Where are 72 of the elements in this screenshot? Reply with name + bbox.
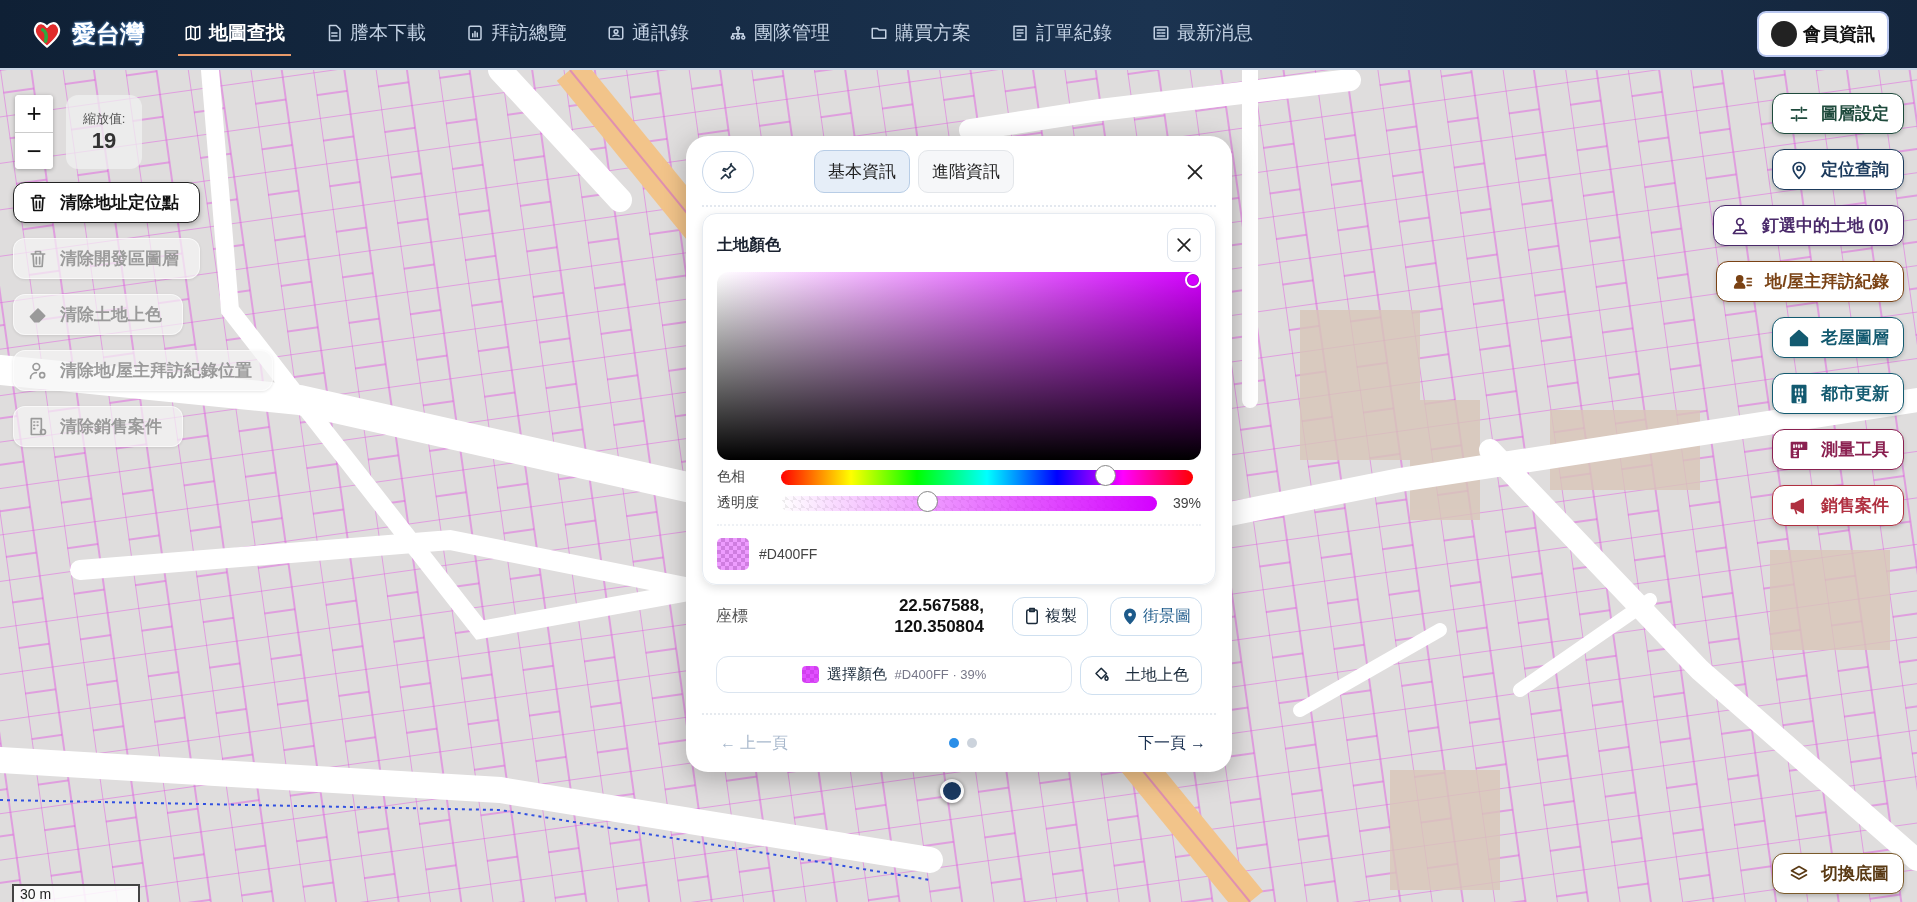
building-icon (1789, 383, 1809, 404)
choose-color-button[interactable]: 選擇顏色 #D400FF · 39% (716, 655, 1072, 693)
saturation-brightness-area[interactable] (717, 272, 1201, 460)
nav-tab[interactable]: 購買方案 (864, 12, 977, 56)
close-icon (1174, 235, 1194, 255)
switch-basemap-button[interactable]: 切換底圖 (1772, 853, 1904, 894)
location-pin-icon (1121, 607, 1139, 626)
nav-tab[interactable]: 拜訪總覽 (460, 12, 573, 56)
scale-bar: 30 m (12, 884, 140, 902)
panel-title: 土地顏色 (717, 234, 781, 255)
map-tool-button[interactable]: 定位查詢 (1772, 149, 1904, 190)
popup-tab[interactable]: 進階資訊 (918, 150, 1014, 193)
zoom-in-button[interactable]: + (15, 95, 53, 132)
choose-color-label: 選擇顏色 (826, 664, 887, 684)
page-dot[interactable] (967, 738, 977, 748)
map-tool-button[interactable]: 釘選中的土地 (0) (1712, 205, 1904, 246)
coordinates-label: 座標 (716, 605, 749, 626)
pushpin-icon (718, 161, 738, 182)
page-dot[interactable] (949, 738, 959, 748)
nav-tab[interactable]: 最新消息 (1146, 12, 1259, 56)
pin-button[interactable] (702, 150, 754, 193)
coordinates-value: 22.567588, (898, 595, 984, 617)
hex-value: #D400FF (759, 546, 818, 562)
popup-tab[interactable]: 基本資訊 (814, 150, 910, 193)
opacity-reading: 39% (1171, 495, 1201, 511)
trash-icon (28, 248, 48, 269)
zoom-level-value: 19 (91, 128, 117, 154)
nav-tab[interactable]: 地圖查找 (178, 12, 291, 56)
slider-thumb[interactable] (1095, 464, 1117, 486)
chart-icon (466, 24, 484, 42)
house-icon (1789, 327, 1809, 348)
slider-thumb[interactable] (916, 490, 938, 512)
contact-card-icon (607, 24, 625, 42)
close-button[interactable] (1167, 228, 1201, 262)
color-swatch (717, 538, 749, 570)
member-info-button[interactable]: 會員資訊 (1757, 11, 1889, 57)
ruler-icon (1789, 439, 1809, 460)
slider-label: 色相 (717, 468, 746, 486)
map-tool-button[interactable]: 圖層設定 (1772, 93, 1904, 134)
receipt-icon (1011, 24, 1029, 42)
clipboard-icon (1023, 607, 1041, 626)
next-page-button[interactable]: 下一頁 → (1137, 732, 1206, 754)
slider-label: 透明度 (717, 494, 760, 512)
map-tool-button[interactable]: 都市更新 (1772, 373, 1904, 414)
map-tool-button[interactable]: 測量工具 (1772, 429, 1904, 470)
nav-tab[interactable]: 團隊管理 (723, 12, 836, 56)
nav-tab[interactable]: 謄本下載 (319, 12, 432, 56)
copy-button[interactable]: 複製 (1012, 596, 1088, 636)
clear-button[interactable]: 清除地址定位點 (13, 182, 200, 223)
color-swatch (801, 665, 819, 683)
logo-text: 愛台灣 (72, 19, 144, 49)
person-remove-icon (28, 360, 48, 381)
color-summary: #D400FF · 39% (894, 666, 987, 682)
map-icon (184, 24, 202, 42)
paint-bucket-icon (1093, 666, 1111, 684)
map-tool-button[interactable]: 銷售案件 (1772, 485, 1904, 526)
paint-land-button[interactable]: 土地上色 (1080, 655, 1202, 695)
map-tool-button[interactable]: 老屋圖層 (1772, 317, 1904, 358)
zoom-level-label: 縮放值: (82, 110, 126, 128)
map-tool-button[interactable]: 地/屋主拜訪紀錄 (1716, 261, 1904, 302)
building-remove-icon (28, 416, 48, 437)
nav-tab[interactable]: 訂單紀錄 (1005, 12, 1118, 56)
org-chart-icon (729, 24, 747, 42)
newspaper-icon (1152, 24, 1170, 42)
trash-icon (28, 192, 48, 213)
street-view-button[interactable]: 街景圖 (1110, 596, 1202, 636)
coordinates-value: 120.350804 (894, 616, 984, 638)
avatar-icon (1771, 21, 1797, 47)
color-area-handle[interactable] (1185, 272, 1201, 288)
location-pin-icon (1789, 159, 1809, 180)
nav-tab[interactable]: 通訊錄 (601, 12, 695, 56)
zoom-out-button[interactable]: − (15, 132, 53, 169)
